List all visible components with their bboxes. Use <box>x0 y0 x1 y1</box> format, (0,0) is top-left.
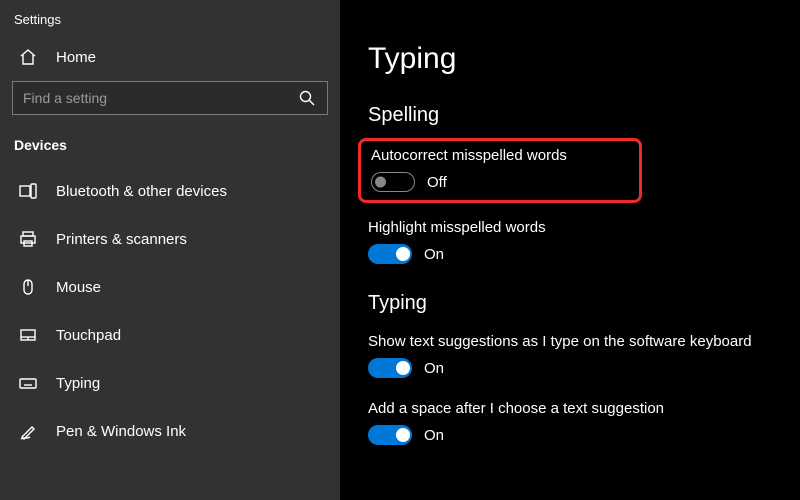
settings-window: Settings Home Devices Bluetooth & other … <box>0 0 800 500</box>
toggle-row: On <box>368 425 772 445</box>
home-link[interactable]: Home <box>0 37 340 81</box>
setting-label: Autocorrect misspelled words <box>371 147 567 164</box>
setting-label: Highlight misspelled words <box>368 219 772 236</box>
toggle-row: On <box>368 358 772 378</box>
toggle-state: On <box>424 360 444 377</box>
keyboard-icon <box>18 373 38 393</box>
toggle-state: Off <box>427 174 447 191</box>
toggle-row: Off <box>371 172 567 192</box>
sidebar: Settings Home Devices Bluetooth & other … <box>0 0 340 500</box>
sidebar-item-label: Printers & scanners <box>56 231 187 248</box>
toggle-text-suggestions[interactable] <box>368 358 412 378</box>
sidebar-item-label: Bluetooth & other devices <box>56 183 227 200</box>
sidebar-item-label: Mouse <box>56 279 101 296</box>
section-title-spelling: Spelling <box>368 104 772 127</box>
setting-text-suggestions: Show text suggestions as I type on the s… <box>368 333 772 378</box>
sidebar-item-printers[interactable]: Printers & scanners <box>0 215 340 263</box>
search-box[interactable] <box>12 81 328 115</box>
sidebar-item-label: Touchpad <box>56 327 121 344</box>
home-icon <box>18 47 38 67</box>
toggle-add-space[interactable] <box>368 425 412 445</box>
window-title: Settings <box>0 6 340 37</box>
page-title: Typing <box>368 42 772 76</box>
toggle-highlight-misspelled[interactable] <box>368 244 412 264</box>
pen-icon <box>18 421 38 441</box>
sidebar-item-mouse[interactable]: Mouse <box>0 263 340 311</box>
sidebar-item-typing[interactable]: Typing <box>0 359 340 407</box>
printer-icon <box>18 229 38 249</box>
setting-highlight-misspelled: Highlight misspelled words On <box>368 219 772 264</box>
devices-icon <box>18 181 38 201</box>
mouse-icon <box>18 277 38 297</box>
sidebar-item-label: Pen & Windows Ink <box>56 423 186 440</box>
sidebar-item-label: Typing <box>56 375 100 392</box>
home-label: Home <box>56 49 96 66</box>
touchpad-icon <box>18 325 38 345</box>
sidebar-item-touchpad[interactable]: Touchpad <box>0 311 340 359</box>
toggle-state: On <box>424 427 444 444</box>
sidebar-item-bluetooth[interactable]: Bluetooth & other devices <box>0 167 340 215</box>
toggle-autocorrect[interactable] <box>371 172 415 192</box>
section-title-typing: Typing <box>368 292 772 315</box>
setting-label: Add a space after I choose a text sugges… <box>368 400 772 417</box>
search-input[interactable] <box>23 90 297 106</box>
setting-autocorrect: Autocorrect misspelled words Off <box>371 147 567 192</box>
annotation-highlight: Autocorrect misspelled words Off <box>358 138 642 203</box>
setting-label: Show text suggestions as I type on the s… <box>368 333 772 350</box>
toggle-row: On <box>368 244 772 264</box>
nav-list: Bluetooth & other devices Printers & sca… <box>0 167 340 455</box>
main-panel: Typing Spelling Autocorrect misspelled w… <box>340 0 800 500</box>
sidebar-item-pen[interactable]: Pen & Windows Ink <box>0 407 340 455</box>
setting-add-space: Add a space after I choose a text sugges… <box>368 400 772 445</box>
search-icon <box>297 88 317 108</box>
category-heading: Devices <box>0 133 340 167</box>
toggle-state: On <box>424 246 444 263</box>
